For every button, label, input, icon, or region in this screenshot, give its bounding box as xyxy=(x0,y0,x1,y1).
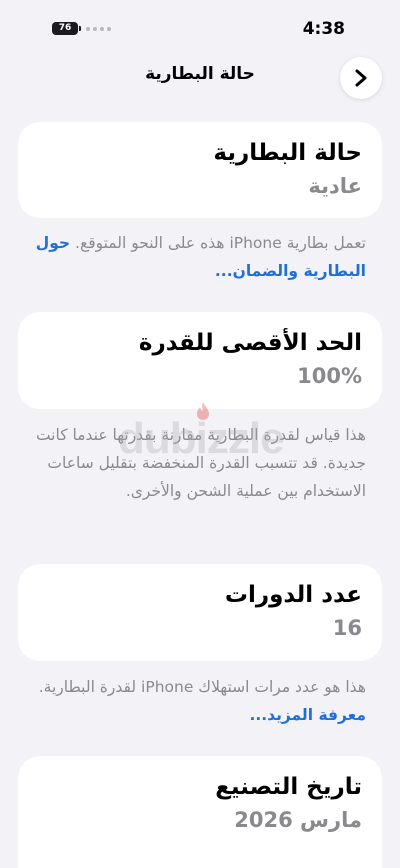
battery-health-screen: 76 4:38 حالة البطارية حالة البطارية عادي… xyxy=(0,0,400,868)
maximum-capacity-description-text: هذا قياس لقدرة البطارية مقارنة بقدرتها ع… xyxy=(35,426,366,500)
status-time: 4:38 xyxy=(302,19,345,39)
manufacture-date-card: تاريخ التصنيع مارس 2026 xyxy=(18,756,382,868)
manufacture-date-title: تاريخ التصنيع xyxy=(215,774,362,800)
cycle-count-title: عدد الدورات xyxy=(224,582,362,608)
maximum-capacity-title: الحد الأقصى للقدرة xyxy=(138,330,362,356)
cycle-count-card: عدد الدورات 16 xyxy=(18,564,382,661)
cycle-count-description-text: هذا هو عدد مرات استهلاك iPhone لقدرة الب… xyxy=(38,678,366,696)
signal-icon xyxy=(86,27,111,31)
battery-health-card: حالة البطارية عادية xyxy=(18,122,382,218)
manufacture-date-value: مارس 2026 xyxy=(234,808,362,832)
battery-level-badge: 76 xyxy=(52,22,81,35)
battery-health-title: حالة البطارية xyxy=(213,140,362,166)
battery-health-description-text: تعمل بطارية iPhone هذه على النحو المتوقع… xyxy=(75,234,366,252)
back-button[interactable] xyxy=(340,57,382,99)
battery-health-description: تعمل بطارية iPhone هذه على النحو المتوقع… xyxy=(22,229,366,285)
cycle-count-value: 16 xyxy=(332,616,362,640)
learn-more-link[interactable]: معرفة المزيد... xyxy=(249,706,366,724)
navigation-bar: حالة البطارية xyxy=(0,52,400,100)
chevron-right-icon xyxy=(355,69,367,87)
cycle-count-description: هذا هو عدد مرات استهلاك iPhone لقدرة الب… xyxy=(22,673,366,729)
maximum-capacity-card: الحد الأقصى للقدرة 100% xyxy=(18,312,382,409)
status-bar: 76 4:38 xyxy=(0,0,400,52)
maximum-capacity-value: 100% xyxy=(297,364,362,388)
battery-health-value: عادية xyxy=(308,174,362,198)
maximum-capacity-description: هذا قياس لقدرة البطارية مقارنة بقدرتها ع… xyxy=(22,421,366,505)
